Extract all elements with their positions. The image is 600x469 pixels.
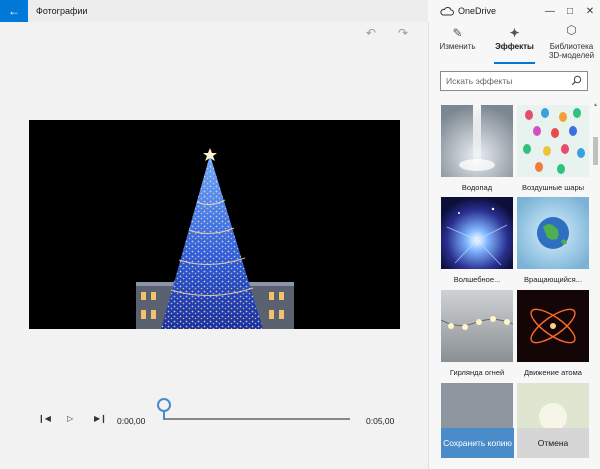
undo-icon[interactable]: ↶ [366,26,376,40]
video-preview[interactable] [29,120,400,329]
minimize-icon: — [545,5,555,17]
christmas-tree-image [29,120,400,329]
garland-thumbnail [440,290,514,362]
effect-card-atom[interactable]: Движение атома [517,290,589,377]
scroll-up-icon[interactable]: ▲ [593,102,598,108]
atom-thumbnail [517,290,589,362]
timeline-thumb[interactable] [157,398,171,412]
onedrive-label: OneDrive [458,6,497,16]
current-time: 0:00,00 [117,416,146,426]
effects-grid: Водопад Воздушные шары Волшебное... Вращ… [429,102,600,437]
save-copy-button[interactable]: Сохранить копию [441,428,514,458]
close-icon: ✕ [585,5,595,17]
title-bar: ← Фотографии OneDrive — □ ✕ [0,0,600,22]
effect-label: Движение атома [524,368,582,377]
cancel-button[interactable]: Отмена [517,428,589,458]
effect-label: Воздушные шары [521,183,585,192]
tab-effects-label: Эффекты [495,42,534,51]
tab-edit[interactable]: ✎ Изменить [429,22,486,64]
timeline-thumb-stem [163,412,165,420]
effect-label: Водопад [461,183,493,192]
title-bar-right: OneDrive — □ ✕ [428,0,600,22]
waterfall-thumbnail [441,105,513,177]
effect-card-magic[interactable]: Волшебное... [441,197,513,284]
tab-3d-library[interactable]: ⬡ Библиотека 3D-моделей [543,22,600,64]
back-button[interactable]: ← [0,0,28,22]
pencil-icon: ✎ [452,26,463,40]
effect-card-garland[interactable]: Гирлянда огней [440,290,514,377]
search-placeholder: Искать эффекты [446,76,513,86]
tab-edit-label: Изменить [439,42,476,51]
effect-label: Гирлянда огней [449,368,505,377]
play-icon[interactable]: ▷ [67,414,73,423]
maximize-button[interactable]: □ [560,0,580,22]
panel-tabs: ✎ Изменить ✦ Эффекты ⬡ Библиотека 3D-мод… [429,22,600,64]
previous-frame-icon[interactable]: ❙◀ [38,414,51,423]
maximize-icon: □ [566,5,574,17]
effect-label: Вращающийся... [524,275,582,284]
balloons-thumbnail [517,105,589,177]
editor-area: ↶ ↷ ❙◀ ▷ ▶❙ 0:00,00 0:05,00 [0,22,428,469]
arrow-left-icon: ← [8,4,20,18]
effect-card-balloons[interactable]: Воздушные шары [517,105,589,192]
effect-card-spinning[interactable]: Вращающийся... [517,197,589,284]
timeline-track[interactable] [164,418,350,420]
magic-wand-icon: ✦ [509,26,520,40]
redo-icon[interactable]: ↷ [398,26,408,40]
minimize-button[interactable]: — [540,0,560,22]
effect-card-waterfall[interactable]: Водопад [441,105,513,192]
effects-panel: ✎ Изменить ✦ Эффекты ⬡ Библиотека 3D-мод… [428,22,600,469]
search-icon[interactable] [571,75,582,86]
effect-label: Волшебное... [453,275,501,284]
cube-icon: ⬡ [566,23,577,37]
close-button[interactable]: ✕ [580,0,600,22]
panel-actions: Сохранить копию Отмена [429,426,600,469]
tab-effects[interactable]: ✦ Эффекты [486,22,543,64]
search-effects-input[interactable]: Искать эффекты [440,71,588,91]
magic-thumbnail [441,197,513,269]
end-time: 0:05,00 [366,416,395,426]
scrollbar-thumb[interactable] [593,137,598,165]
effects-scrollbar[interactable]: ▲ [592,101,599,437]
window-controls: — □ ✕ [540,0,600,22]
globe-thumbnail [517,197,589,269]
title-bar-left: ← Фотографии [0,0,428,22]
app-title: Фотографии [36,6,88,16]
tab-3d-library-label: Библиотека 3D-моделей [548,42,595,60]
onedrive-button[interactable]: OneDrive [440,6,496,16]
next-frame-icon[interactable]: ▶❙ [94,414,107,423]
playback-bar: ❙◀ ▷ ▶❙ 0:00,00 0:05,00 [0,398,428,438]
cloud-icon [440,6,454,15]
undo-redo-group: ↶ ↷ [366,26,408,40]
